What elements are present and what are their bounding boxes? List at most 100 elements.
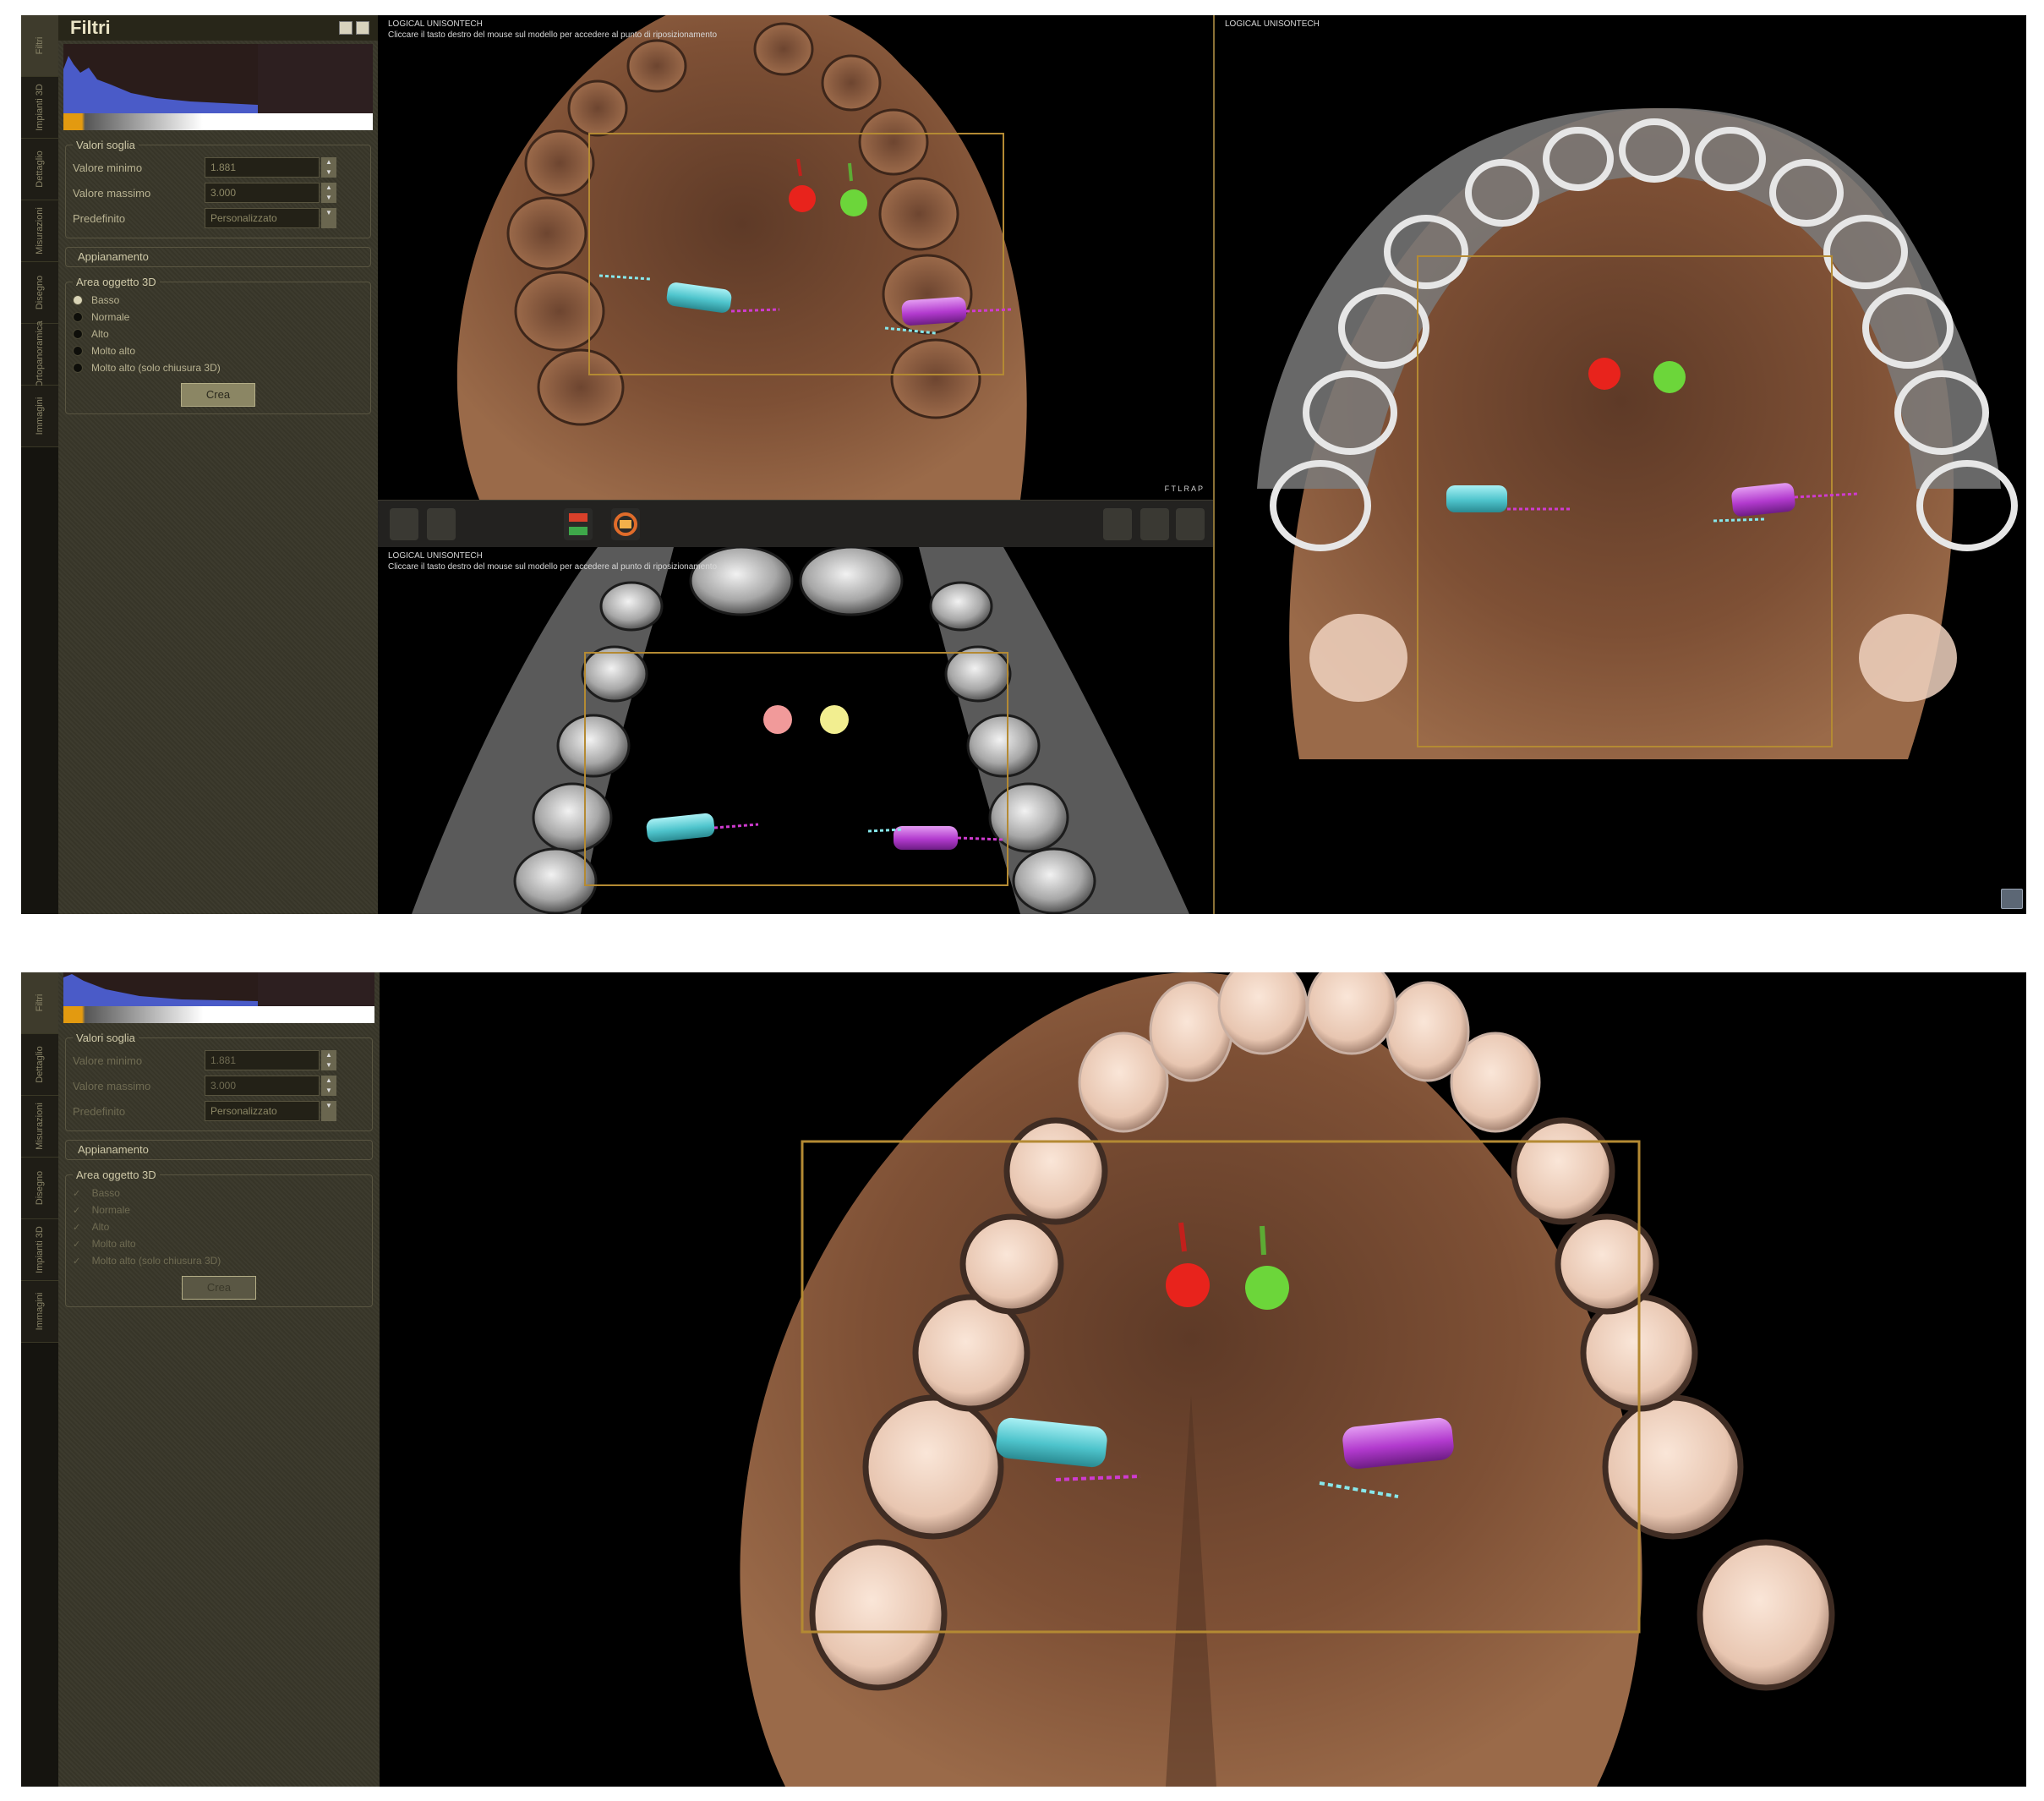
hand-tool-icon[interactable]	[1103, 508, 1132, 540]
marker-red	[789, 185, 816, 212]
reset-view-icon[interactable]	[564, 508, 593, 540]
overlay-render	[1257, 108, 2018, 759]
dental-model-render	[456, 15, 1027, 500]
check-icon: ✓	[73, 1205, 81, 1216]
roi-frame	[584, 652, 1008, 886]
pan-icon[interactable]	[427, 508, 456, 540]
tab-impianti-3d[interactable]: Impianti 3D	[21, 1219, 58, 1281]
smoothing-group[interactable]: Appianamento	[65, 1140, 373, 1160]
quality-option[interactable]: Molto alto	[73, 342, 363, 359]
max-value-label: Valore massimo	[73, 186, 151, 200]
tab-misurazioni[interactable]: Misurazioni	[21, 200, 58, 262]
fit-view-icon[interactable]	[1176, 508, 1205, 540]
tab-dettaglio[interactable]: Dettaglio	[21, 139, 58, 200]
create-button[interactable]: Crea	[181, 383, 255, 407]
marker-green	[1653, 361, 1686, 393]
orientation-label: F T L R A P	[1164, 484, 1203, 493]
min-value-spinner[interactable]: ▲ ▼	[321, 157, 336, 178]
marker-yellow	[820, 705, 849, 734]
threshold-legend: Valori soglia	[76, 139, 135, 151]
quality-option[interactable]: Alto	[73, 326, 363, 342]
quality-option[interactable]: ✓ Molto alto	[73, 1235, 365, 1252]
quality-legend: Area oggetto 3D	[76, 276, 156, 288]
radio-icon	[73, 329, 83, 339]
tab-dettaglio[interactable]: Dettaglio	[21, 1034, 58, 1096]
max-value-input[interactable]: 3.000	[205, 1076, 320, 1096]
viewport-overlay-render[interactable]: LOGICAL UNISONTECH	[1213, 15, 2026, 914]
min-value-input[interactable]: 1.881	[205, 1050, 320, 1070]
vertical-tab-bar: Filtri Impianti 3D Dettaglio Misurazioni…	[21, 15, 59, 914]
min-value-label: Valore minimo	[73, 161, 143, 174]
quality-group: Area oggetto 3D Basso Normale Alto Molto…	[65, 276, 371, 414]
quality-option[interactable]: Basso	[73, 292, 363, 309]
max-value-spinner[interactable]: ▲ ▼	[321, 1076, 336, 1096]
preset-select[interactable]: Personalizzato	[205, 208, 320, 228]
quality-option[interactable]: Normale	[73, 309, 363, 326]
quality-option[interactable]: ✓ Alto	[73, 1218, 365, 1235]
marker-green	[1245, 1266, 1289, 1310]
threshold-gradient-slider[interactable]	[63, 1006, 374, 1023]
bone-render	[412, 547, 1189, 914]
radio-icon	[73, 312, 83, 322]
quality-legend: Area oggetto 3D	[76, 1169, 156, 1181]
chevron-down-icon[interactable]: ▼	[321, 208, 336, 228]
maximize-icon[interactable]	[356, 21, 369, 35]
quality-option[interactable]: ✓ Basso	[73, 1185, 365, 1202]
check-icon: ✓	[73, 1222, 81, 1233]
filters-panel: Valori soglia Valore minimo 1.881 ▲ ▼ Valor…	[58, 972, 380, 1787]
histogram[interactable]	[63, 972, 374, 1006]
max-value-label: Valore massimo	[73, 1079, 151, 1092]
bottom-screenshot: Filtri Dettaglio Misurazioni Disegno Imp…	[21, 972, 2026, 1787]
panel-title: Filtri	[70, 17, 111, 38]
filters-panel: Filtri Valori soglia Valore minimo 1.881 ▲…	[58, 15, 378, 914]
quality-option[interactable]: ✓ Molto alto (solo chiusura 3D)	[73, 1252, 365, 1269]
check-icon: ✓	[73, 1239, 81, 1250]
tab-immagini[interactable]: Immagini	[21, 1281, 58, 1343]
implant-magenta	[901, 297, 967, 326]
tab-misurazioni[interactable]: Misurazioni	[21, 1096, 58, 1158]
min-value-label: Valore minimo	[73, 1054, 143, 1067]
quality-option[interactable]: Molto alto (solo chiusura 3D)	[73, 359, 363, 376]
panel-window-controls	[339, 21, 369, 35]
viewport-toolbar	[378, 500, 1213, 549]
min-value-input[interactable]: 1.881	[205, 157, 320, 178]
tab-disegno[interactable]: Disegno	[21, 262, 58, 324]
quality-option[interactable]: ✓ Normale	[73, 1202, 365, 1218]
radio-selected-icon	[73, 295, 83, 305]
tab-disegno[interactable]: Disegno	[21, 1158, 58, 1219]
viewport-3d-model[interactable]: LOGICAL UNISONTECH Cliccare il tasto dest…	[378, 15, 1213, 500]
threshold-gradient-slider[interactable]	[63, 113, 373, 130]
view-settings-icon[interactable]	[2001, 889, 2023, 909]
preset-select[interactable]: Personalizzato	[205, 1101, 320, 1121]
tab-impianti-3d[interactable]: Impianti 3D	[21, 77, 58, 139]
marker-red	[1588, 358, 1620, 390]
threshold-group: Valori soglia Valore minimo 1.881 ▲ ▼ Valor…	[65, 1032, 373, 1131]
zoom-tool-icon[interactable]	[1140, 508, 1169, 540]
preset-label: Predefinito	[73, 211, 126, 225]
tab-ortopanoramica[interactable]: Ortopanoramica	[21, 321, 58, 387]
dental-model-render	[740, 972, 1835, 1787]
restore-icon[interactable]	[339, 21, 353, 35]
viewport-caption: LOGICAL UNISONTECH Cliccare il tasto dest…	[388, 19, 718, 40]
tab-immagini[interactable]: Immagini	[21, 386, 58, 447]
preset-label: Predefinito	[73, 1104, 126, 1118]
viewport-3d-full[interactable]	[380, 972, 2026, 1787]
min-value-spinner[interactable]: ▲ ▼	[321, 1050, 336, 1070]
threshold-legend: Valori soglia	[76, 1032, 135, 1044]
max-value-input[interactable]: 3.000	[205, 183, 320, 203]
create-button[interactable]: Crea	[182, 1276, 256, 1300]
swap-view-icon[interactable]	[611, 508, 640, 540]
smoothing-group[interactable]: Appianamento	[65, 247, 371, 267]
implant-magenta	[894, 826, 958, 850]
tab-filtri[interactable]: Filtri	[21, 15, 58, 77]
histogram[interactable]	[63, 44, 373, 113]
tab-filtri[interactable]: Filtri	[21, 972, 58, 1034]
viewport-bone-render[interactable]: LOGICAL UNISONTECH Cliccare il tasto dest…	[378, 547, 1213, 914]
implant-cyan	[646, 813, 715, 843]
panel-header: Filtri	[58, 15, 378, 41]
chevron-down-icon[interactable]: ▼	[321, 1101, 336, 1121]
max-value-spinner[interactable]: ▲ ▼	[321, 183, 336, 203]
check-icon: ✓	[73, 1188, 81, 1199]
rotate-icon[interactable]	[390, 508, 418, 540]
marker-pink	[763, 705, 792, 734]
